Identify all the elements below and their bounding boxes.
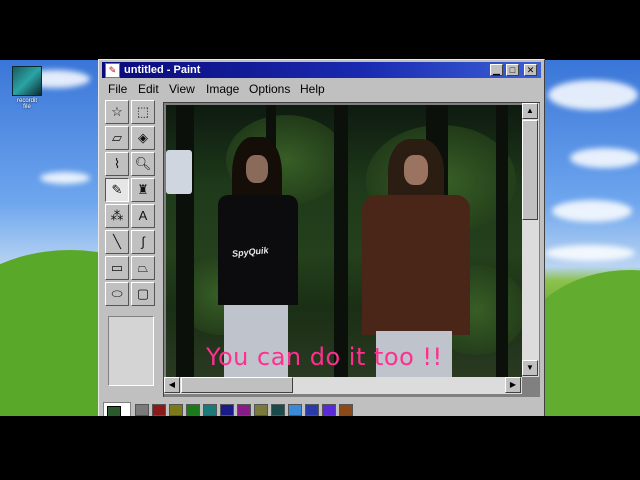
rect-select-tool-icon[interactable]: ⬚ <box>131 100 155 124</box>
pencil-tool-icon[interactable]: ✎ <box>105 178 129 202</box>
eraser-tool-icon[interactable]: ▱ <box>105 126 129 150</box>
brush-tool-icon[interactable]: ♜ <box>131 178 155 202</box>
menu-options[interactable]: Options <box>249 82 290 96</box>
desktop-icon-label: recordit file <box>16 98 37 110</box>
palette-swatch[interactable] <box>152 404 166 416</box>
sign <box>166 150 192 194</box>
horizontal-scroll-thumb[interactable] <box>181 377 293 393</box>
fill-tool-icon[interactable]: ◈ <box>131 126 155 150</box>
scroll-down-button[interactable]: ▼ <box>522 360 538 376</box>
menu-view[interactable]: View <box>169 82 195 96</box>
cloud <box>545 245 635 261</box>
menu-image[interactable]: Image <box>206 82 239 96</box>
palette-swatch[interactable] <box>135 404 149 416</box>
palette-swatch[interactable] <box>339 404 353 416</box>
canvas-area: SpyQuik You can do it too !! ▲ ▼ ◀ ▶ <box>163 102 540 397</box>
menu-edit[interactable]: Edit <box>138 82 159 96</box>
airbrush-tool-icon[interactable]: ⁂ <box>105 204 129 228</box>
rectangle-tool-icon[interactable]: ▭ <box>105 256 129 280</box>
scroll-right-button[interactable]: ▶ <box>505 377 521 393</box>
palette-swatch[interactable] <box>322 404 336 416</box>
vertical-scrollbar[interactable]: ▲ ▼ <box>522 103 539 377</box>
canvas-caption: You can do it too !! <box>206 343 443 371</box>
minimize-button[interactable]: ▁ <box>490 64 503 76</box>
free-select-tool-icon[interactable]: ☆ <box>105 100 129 124</box>
menu-help[interactable]: Help <box>300 82 325 96</box>
palette-swatch[interactable] <box>271 404 285 416</box>
palette-swatch[interactable] <box>169 404 183 416</box>
letterbox-bottom <box>0 416 640 480</box>
palette-swatch[interactable] <box>254 404 268 416</box>
close-button[interactable]: ✕ <box>524 64 537 76</box>
desktop-icon[interactable]: recordit file <box>12 66 42 110</box>
window-title: untitled - Paint <box>124 64 201 76</box>
title-bar[interactable]: ✎ untitled - Paint ▁ □ ✕ <box>102 62 541 78</box>
curve-tool-icon[interactable]: ∫ <box>131 230 155 254</box>
letterbox-top <box>0 0 640 60</box>
tree-trunk <box>334 105 348 377</box>
tree-trunk <box>176 105 194 377</box>
vertical-scroll-thumb[interactable] <box>522 120 538 220</box>
paint-window: ✎ untitled - Paint ▁ □ ✕ File Edit View … <box>98 59 545 418</box>
palette-swatch[interactable] <box>305 404 319 416</box>
cloud <box>570 148 640 168</box>
tool-options-box[interactable] <box>108 316 154 386</box>
ellipse-tool-icon[interactable]: ⬭ <box>105 282 129 306</box>
recordit-icon <box>12 66 42 96</box>
cloud <box>548 80 638 110</box>
canvas-image[interactable]: SpyQuik You can do it too !! <box>166 105 522 377</box>
person-right <box>356 139 472 377</box>
tree-trunk <box>496 105 508 377</box>
person-left: SpyQuik <box>210 137 306 377</box>
horizontal-scrollbar[interactable]: ◀ ▶ <box>164 377 522 394</box>
scroll-up-button[interactable]: ▲ <box>522 103 538 119</box>
cloud <box>552 200 632 222</box>
polygon-tool-icon[interactable]: ⏢ <box>131 256 155 280</box>
menu-file[interactable]: File <box>108 82 127 96</box>
cloud <box>40 172 90 184</box>
palette-swatch[interactable] <box>288 404 302 416</box>
palette-swatch[interactable] <box>237 404 251 416</box>
palette-swatch[interactable] <box>203 404 217 416</box>
palette-swatch[interactable] <box>186 404 200 416</box>
palette-swatch[interactable] <box>220 404 234 416</box>
color-picker-tool-icon[interactable]: ⌇ <box>105 152 129 176</box>
scroll-left-button[interactable]: ◀ <box>164 377 180 393</box>
text-tool-icon[interactable]: A <box>131 204 155 228</box>
line-tool-icon[interactable]: ╲ <box>105 230 129 254</box>
rounded-rectangle-tool-icon[interactable]: ▢ <box>131 282 155 306</box>
maximize-button[interactable]: □ <box>506 64 519 76</box>
magnifier-tool-icon[interactable]: 🔍︎ <box>131 152 155 176</box>
paint-icon: ✎ <box>105 63 120 78</box>
